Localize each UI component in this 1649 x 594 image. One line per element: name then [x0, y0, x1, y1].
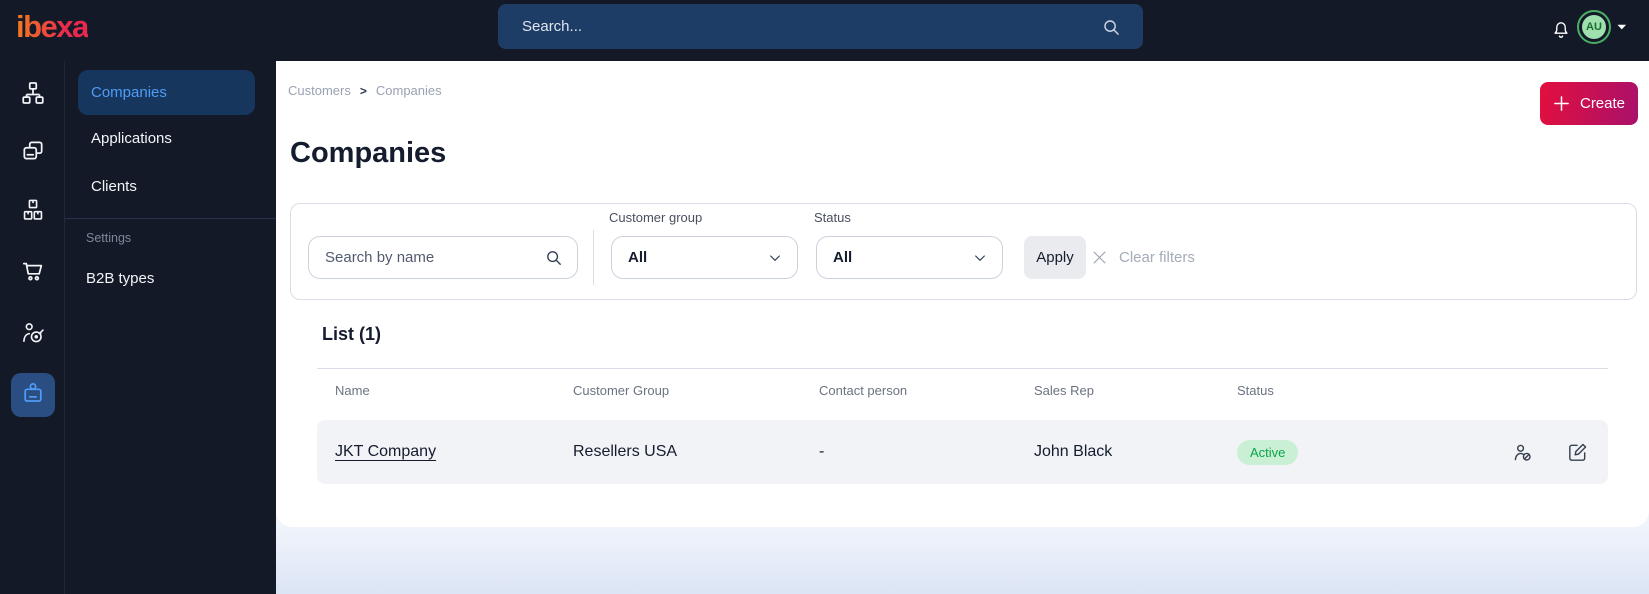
ibexa-logo: ibexa: [16, 9, 89, 44]
status-select[interactable]: All: [816, 236, 1003, 279]
page-title: Companies: [290, 137, 447, 169]
status-badge: Active: [1237, 439, 1299, 465]
sidebar-section-label-settings: Settings: [86, 231, 132, 245]
column-header-sales-rep: Sales Rep: [1034, 383, 1094, 398]
sidebar-divider: [65, 218, 276, 219]
search-icon: [544, 248, 563, 267]
apply-button[interactable]: Apply: [1024, 236, 1086, 279]
customer-group-label: Customer group: [609, 210, 703, 225]
create-button[interactable]: Create: [1540, 82, 1638, 125]
column-header-status: Status: [1237, 383, 1274, 398]
rail-item-commerce[interactable]: [11, 251, 55, 295]
cell-customer-group: Resellers USA: [573, 443, 678, 460]
rail-item-pages[interactable]: [11, 131, 55, 175]
breadcrumb-item-customers[interactable]: Customers: [288, 83, 351, 98]
breadcrumb-separator: >: [359, 83, 367, 98]
clear-filters-label: Clear filters: [1119, 249, 1195, 266]
deactivate-user-button[interactable]: [1507, 420, 1537, 484]
customer-badge-icon: [20, 380, 46, 411]
rail-item-personalization[interactable]: [11, 313, 55, 357]
breadcrumb: Customers > Companies: [288, 83, 442, 98]
filter-card: Customer group All Status All Apply: [290, 203, 1637, 300]
cell-contact-person: -: [819, 443, 825, 460]
table-row: JKT Company Resellers USA - John Black A…: [317, 420, 1608, 484]
pages-icon: [20, 138, 46, 169]
rail-item-products[interactable]: [11, 190, 55, 234]
edit-button[interactable]: [1562, 420, 1592, 484]
personalization-target-icon: [20, 320, 46, 351]
rail-item-content-tree[interactable]: [11, 73, 55, 117]
sidebar-item-applications[interactable]: Applications: [78, 116, 255, 161]
ibexa-admin-app: ibexa AU: [0, 0, 1649, 594]
create-button-label: Create: [1579, 95, 1626, 112]
column-header-contact-person: Contact person: [819, 383, 908, 398]
column-header-customer-group: Customer Group: [573, 383, 670, 398]
list-title: List (1): [322, 324, 382, 344]
user-avatar[interactable]: AU: [1577, 10, 1611, 44]
name-search-input[interactable]: [309, 249, 544, 266]
company-name-link[interactable]: JKT Company: [335, 443, 436, 461]
sidebar-item-label: Clients: [91, 178, 137, 195]
global-search-input[interactable]: [498, 18, 1101, 35]
cell-name: JKT Company: [335, 420, 436, 484]
cart-icon: [20, 258, 46, 289]
user-initials: AU: [1582, 15, 1606, 39]
search-icon: [1101, 17, 1121, 37]
sidebar-item-companies[interactable]: Companies: [78, 70, 255, 115]
status-value: All: [833, 249, 853, 266]
chevron-down-icon: [767, 250, 783, 266]
main-area: Customers > Companies Create Companies S…: [276, 61, 1649, 594]
customer-group-select[interactable]: All: [611, 236, 798, 279]
edit-icon: [1566, 441, 1589, 464]
list-divider: [317, 368, 1608, 369]
global-search: [498, 4, 1143, 49]
nav-rail: [0, 61, 65, 594]
sitemap-icon: [20, 80, 46, 111]
clear-filters-button[interactable]: Clear filters: [1091, 236, 1195, 279]
cell-status: Active: [1237, 420, 1299, 484]
customer-group-value: All: [628, 249, 648, 266]
sidebar-item-b2b-types[interactable]: B2B types: [73, 256, 250, 301]
cell-sales-rep: John Black: [1034, 443, 1113, 460]
breadcrumb-item-companies[interactable]: Companies: [376, 83, 442, 98]
filter-divider: [593, 230, 594, 285]
column-header-name: Name: [335, 383, 370, 398]
notifications-bell-icon[interactable]: [1548, 15, 1574, 45]
sidebar: Companies Applications Clients Settings …: [65, 61, 276, 594]
plus-icon: [1553, 95, 1570, 112]
name-search-field: [308, 236, 578, 279]
sidebar-item-label: Companies: [91, 84, 167, 101]
deactivate-user-icon: [1511, 441, 1534, 464]
chevron-down-icon: [972, 250, 988, 266]
user-menu-caret-icon[interactable]: [1617, 24, 1627, 31]
top-bar: ibexa AU: [0, 0, 1649, 61]
rail-item-customers[interactable]: [11, 373, 55, 417]
x-icon: [1091, 249, 1108, 266]
sidebar-item-label: B2B types: [86, 270, 155, 287]
products-boxes-icon: [20, 197, 46, 228]
sidebar-item-clients[interactable]: Clients: [78, 164, 255, 209]
sidebar-item-label: Applications: [91, 130, 172, 147]
status-label: Status: [814, 210, 851, 225]
